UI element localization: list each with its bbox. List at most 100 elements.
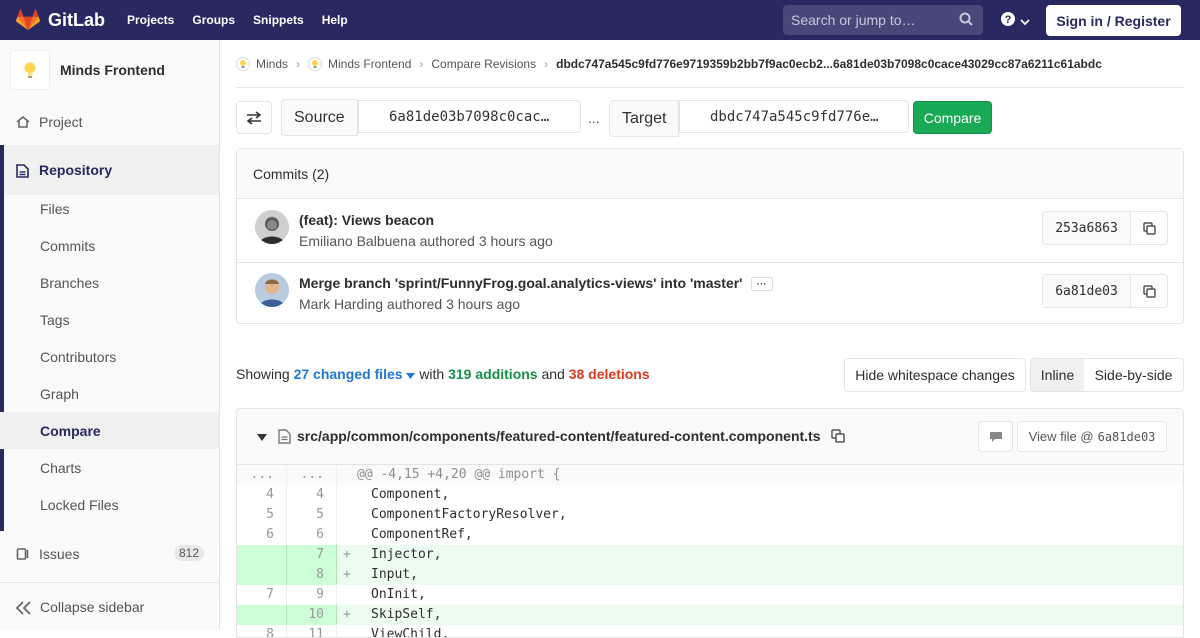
nav-help[interactable]: Help	[322, 13, 348, 27]
commit-author[interactable]: Mark Harding	[299, 296, 383, 312]
old-line-number[interactable]: 4	[237, 485, 287, 505]
tanuki-icon	[16, 9, 40, 30]
project-header[interactable]: Minds Frontend	[10, 50, 165, 90]
line-code: ComponentRef,	[371, 527, 473, 542]
toggle-comments-button[interactable]	[978, 421, 1013, 452]
user-avatar-icon	[255, 210, 289, 244]
commit-author[interactable]: Emiliano Balbuena	[299, 233, 416, 249]
sidebar-item-label: Charts	[40, 459, 82, 476]
line-sign: +	[343, 607, 351, 622]
view-file-button[interactable]: View file @6a81de03	[1017, 421, 1167, 452]
old-line-number[interactable]: 6	[237, 525, 287, 545]
project-name: Minds Frontend	[60, 62, 165, 78]
sidebar-item-label: Commits	[40, 237, 96, 254]
gitlab-logo[interactable]: GitLab	[16, 9, 105, 31]
commit-time: 3 hours ago	[446, 296, 521, 312]
lightbulb-icon	[24, 62, 36, 78]
breadcrumb-item-project[interactable]: Minds Frontend	[328, 57, 411, 71]
commit-row: Merge branch 'sprint/FunnyFrog.goal.anal…	[237, 263, 1183, 326]
diff-line-added: 10 SkipSelf, +	[237, 605, 1183, 625]
compare-button[interactable]: Compare	[913, 101, 992, 134]
swap-revisions-button[interactable]	[236, 101, 272, 134]
sidebar: Minds Frontend Project Repository Files …	[0, 40, 220, 630]
nav-groups[interactable]: Groups	[192, 13, 235, 27]
old-line-number[interactable]: 5	[237, 505, 287, 525]
double-chevron-left-icon	[16, 601, 31, 615]
new-line-number[interactable]: 6	[287, 525, 337, 545]
sidebar-item-project[interactable]: Project	[0, 103, 219, 140]
collapse-sidebar-button[interactable]: Collapse sidebar	[0, 582, 219, 630]
sidebar-subitem-locked-files[interactable]: Locked Files	[0, 486, 219, 523]
collapse-caret-icon[interactable]	[257, 434, 267, 441]
sidebar-subitem-contributors[interactable]: Contributors	[0, 338, 219, 375]
new-line-number[interactable]: 11	[287, 625, 337, 637]
sidebar-item-label: Branches	[40, 274, 100, 291]
commit-title[interactable]: (feat): Views beacon	[299, 212, 434, 228]
user-avatar-icon	[255, 273, 289, 307]
new-line-number[interactable]: 4	[287, 485, 337, 505]
inline-view-button[interactable]: Inline	[1030, 358, 1085, 392]
commit-sha-group: 253a6863	[1042, 211, 1168, 245]
breadcrumb-current[interactable]: dbdc747a545c9fd776e9719359b2bb7f9ac0ecb2…	[556, 57, 1102, 71]
stats-text: with	[419, 366, 445, 382]
copy-sha-button[interactable]	[1131, 275, 1167, 307]
issues-icon	[16, 548, 29, 560]
copy-file-path-icon[interactable]	[831, 429, 845, 443]
sidebar-subitem-tags[interactable]: Tags	[0, 301, 219, 338]
line-code: ComponentFactoryResolver,	[371, 507, 567, 522]
help-dropdown[interactable]: ?	[1000, 11, 1030, 30]
expand-message-button[interactable]: ···	[750, 277, 773, 292]
new-line-number[interactable]: 7	[287, 545, 337, 565]
nav-snippets[interactable]: Snippets	[253, 13, 304, 27]
new-line-number[interactable]: ...	[287, 465, 337, 485]
sidebar-item-repository[interactable]: Repository	[0, 145, 219, 195]
issues-count-badge: 812	[174, 545, 205, 561]
diff-file-path[interactable]: src/app/common/components/featured-conte…	[297, 428, 821, 444]
avatar[interactable]	[255, 273, 289, 307]
new-line-number[interactable]: 8	[287, 565, 337, 585]
commits-panel: Commits (2) (feat): Views beacon Emilian…	[236, 148, 1184, 324]
commit-sha-group: 6a81de03	[1042, 274, 1168, 308]
sidebar-item-issues[interactable]: Issues 812	[0, 535, 219, 572]
commit-sha[interactable]: 253a6863	[1043, 212, 1131, 244]
diff-line: 4 4 Component,	[237, 485, 1183, 505]
sidebar-subitem-branches[interactable]: Branches	[0, 264, 219, 301]
swap-icon	[246, 110, 262, 125]
hide-whitespace-button[interactable]: Hide whitespace changes	[844, 358, 1026, 392]
avatar[interactable]	[255, 210, 289, 244]
target-revision-input[interactable]: dbdc747a545c9fd776e…	[679, 100, 909, 133]
breadcrumb-item-compare[interactable]: Compare Revisions	[431, 57, 536, 71]
old-line-number[interactable]: 8	[237, 625, 287, 637]
new-line-number[interactable]: 9	[287, 585, 337, 605]
sidebar-item-label: Contributors	[40, 348, 117, 365]
diff-line: 5 5 ComponentFactoryResolver,	[237, 505, 1183, 525]
sidebar-subitem-files[interactable]: Files	[0, 190, 219, 227]
nav-projects[interactable]: Projects	[127, 13, 174, 27]
revision-separator: ...	[588, 110, 600, 126]
old-line-number[interactable]: ...	[237, 465, 287, 485]
side-by-side-view-button[interactable]: Side-by-side	[1084, 358, 1184, 392]
old-line-number[interactable]	[237, 605, 287, 625]
sidebar-subitem-graph[interactable]: Graph	[0, 375, 219, 412]
breadcrumb-item-minds[interactable]: Minds	[256, 57, 288, 71]
commit-sha[interactable]: 6a81de03	[1043, 275, 1131, 307]
sidebar-subitem-charts[interactable]: Charts	[0, 449, 219, 486]
search-input[interactable]: Search or jump to…	[783, 5, 983, 35]
source-revision-input[interactable]: 6a81de03b7098c0cac…	[358, 100, 581, 133]
sidebar-subitem-compare[interactable]: Compare	[0, 412, 219, 449]
old-line-number[interactable]	[237, 545, 287, 565]
sign-in-button[interactable]: Sign in / Register	[1046, 5, 1181, 36]
copy-sha-button[interactable]	[1131, 212, 1167, 244]
sidebar-subitem-commits[interactable]: Commits	[0, 227, 219, 264]
commits-header: Commits (2)	[237, 149, 1183, 199]
new-line-number[interactable]: 5	[287, 505, 337, 525]
main-content: Minds › Minds Frontend › Compare Revisio…	[220, 40, 1200, 638]
old-line-number[interactable]: 7	[237, 585, 287, 605]
old-line-number[interactable]	[237, 565, 287, 585]
line-sign: +	[343, 567, 351, 582]
stats-text: and	[541, 366, 565, 382]
commit-title-text[interactable]: Merge branch 'sprint/FunnyFrog.goal.anal…	[299, 275, 743, 291]
new-line-number[interactable]: 10	[287, 605, 337, 625]
changed-files-dropdown[interactable]: 27 changed files	[294, 366, 416, 382]
project-avatar	[10, 50, 50, 90]
